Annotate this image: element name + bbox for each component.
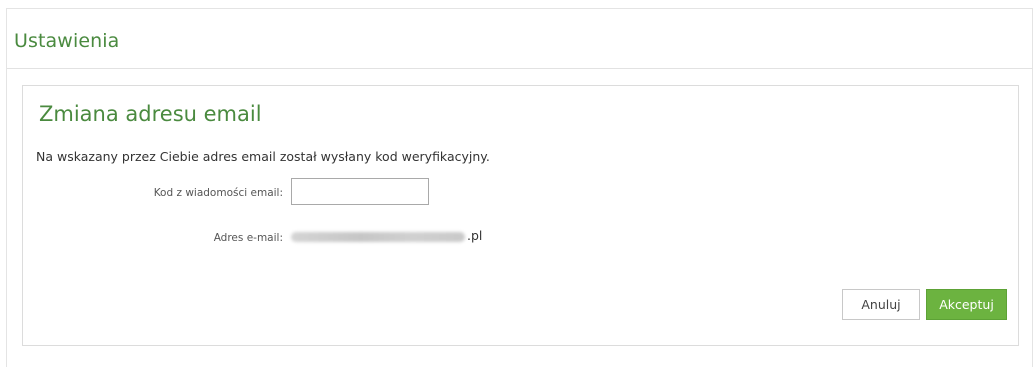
cancel-button[interactable]: Anuluj	[842, 289, 920, 320]
email-address-label: Adres e-mail:	[213, 232, 283, 244]
email-change-panel: Zmiana adresu email Na wskazany przez Ci…	[22, 85, 1019, 346]
verification-info-text: Na wskazany przez Ciebie adres email zos…	[36, 149, 490, 164]
verification-code-input[interactable]	[291, 178, 429, 205]
code-field-label: Kod z wiadomości email:	[153, 187, 283, 199]
header-divider	[7, 68, 1033, 69]
accept-button[interactable]: Akceptuj	[926, 289, 1007, 320]
email-address-redacted	[291, 232, 465, 242]
page-title: Ustawienia	[14, 30, 120, 52]
email-address-suffix: .pl	[467, 228, 483, 243]
panel-title: Zmiana adresu email	[39, 102, 262, 126]
